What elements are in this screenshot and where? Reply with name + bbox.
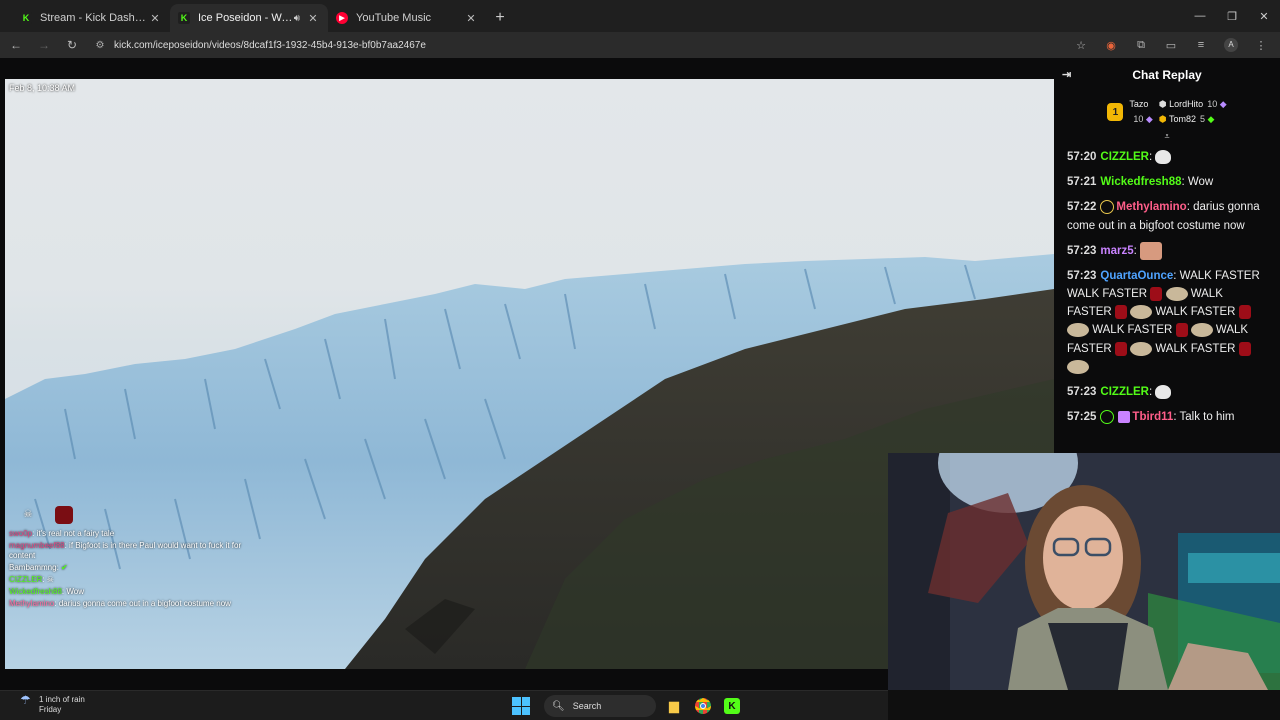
vod-timestamp: Feb 8, 10:38 AM bbox=[9, 83, 76, 93]
gift-leaderboard: 1 Tazo 10 ◆ ⬢ LordHito 10 ◆ ⬢ Tom82 5 ◆ bbox=[1054, 92, 1280, 132]
webcam-scene bbox=[888, 453, 1280, 690]
minimize-icon[interactable]: — bbox=[1184, 0, 1216, 32]
chat-title: Chat Replay bbox=[1132, 68, 1202, 82]
url-text: kick.com/iceposeidon/videos/8dcaf1f3-193… bbox=[114, 39, 426, 51]
tab-title: Stream - Kick Dashboard bbox=[40, 12, 148, 24]
stream-overlay-chat: ☠ swo0p: it's real not a fairy tale magn… bbox=[9, 503, 259, 609]
chat-message: 57:20 CIZZLER: bbox=[1067, 148, 1268, 167]
browser-toolbar: ← → ↻ ⚙ kick.com/iceposeidon/videos/8dca… bbox=[0, 32, 1280, 58]
back-icon[interactable]: ← bbox=[4, 33, 28, 57]
window-controls: — ❐ ✕ bbox=[1184, 0, 1280, 32]
skull-emote-icon: ☠ bbox=[46, 575, 54, 584]
webcam-overlay bbox=[888, 453, 1280, 690]
kick-icon: K bbox=[178, 12, 190, 24]
weather-widget[interactable]: ☂ 1 inch of rain Friday bbox=[20, 693, 85, 715]
overlay-badges: ☠ bbox=[19, 503, 259, 527]
subscriber-icon bbox=[1118, 410, 1131, 423]
badge-icon: ⬢ bbox=[1158, 114, 1167, 124]
emote-icon: ✔ bbox=[61, 563, 68, 572]
extensions-puzzle-icon[interactable]: ⧉ bbox=[1126, 39, 1156, 52]
chat-message: 57:23 CIZZLER: bbox=[1067, 383, 1268, 402]
chat-message-list: 57:20 CIZZLER: 57:21 Wickedfresh88: Wow 57… bbox=[1054, 142, 1280, 426]
chat-message: 57:22 Methylamino: darius gonna come out … bbox=[1067, 199, 1260, 232]
reload-icon[interactable]: ↻ bbox=[60, 33, 84, 57]
tab-title: Ice Poseidon - Watch the V bbox=[198, 12, 294, 24]
close-icon[interactable]: ✕ bbox=[464, 12, 478, 25]
face-emote-icon bbox=[1140, 241, 1163, 260]
chat-header: ⇥ Chat Replay bbox=[1054, 58, 1280, 92]
restore-icon[interactable]: ❐ bbox=[1216, 0, 1248, 32]
file-explorer-icon[interactable]: ▆ bbox=[663, 695, 685, 717]
overlay-chat-line: Wickedfresh88: Wow bbox=[9, 587, 85, 596]
chat-message: 57:23 QuartaOunce: WALK FASTER WALK FASTE… bbox=[1067, 267, 1268, 377]
skull-emote-icon: ☠ bbox=[23, 509, 33, 520]
overlay-chat-line: CIZZLER: ☠ bbox=[9, 575, 54, 584]
media-controls-icon[interactable]: ≡ bbox=[1186, 39, 1216, 51]
skull-emote-icon bbox=[1155, 149, 1172, 164]
taskbar-center: 🔍︎ Search ▆ K bbox=[512, 694, 743, 718]
kick-app-icon[interactable]: K bbox=[721, 695, 743, 717]
windows-taskbar: ☂ 1 inch of rain Friday 🔍︎ Search ▆ K bbox=[0, 690, 888, 720]
chrome-icon[interactable] bbox=[692, 695, 714, 717]
expand-pinned-icon[interactable]: ⩡ bbox=[1054, 132, 1280, 142]
search-icon: 🔍︎ bbox=[552, 700, 565, 712]
browser-tab-strip: K Stream - Kick Dashboard ✕ K Ice Poseid… bbox=[0, 0, 1280, 32]
speaker-icon[interactable]: 🔊︎ bbox=[294, 13, 300, 24]
tab-title: YouTube Music bbox=[356, 12, 432, 24]
site-info-icon[interactable]: ⚙ bbox=[92, 40, 108, 51]
extension-icon[interactable]: ◉ bbox=[1096, 39, 1126, 52]
address-bar[interactable]: ⚙ kick.com/iceposeidon/videos/8dcaf1f3-1… bbox=[92, 34, 1102, 56]
rank-badge: 1 bbox=[1107, 103, 1124, 121]
new-tab-button[interactable]: + bbox=[486, 4, 514, 32]
overlay-chat-line: magnumbeef88: if Bigfoot is in there Pau… bbox=[9, 541, 242, 560]
menu-icon[interactable]: ⋮ bbox=[1246, 39, 1276, 52]
tab-kick-dashboard[interactable]: K Stream - Kick Dashboard ✕ bbox=[12, 4, 170, 32]
badge-icon bbox=[1100, 199, 1115, 214]
cast-icon[interactable]: ▭ bbox=[1156, 39, 1186, 52]
chat-message: 57:25 Tbird11: Talk to him bbox=[1067, 409, 1235, 424]
bookmark-star-icon[interactable]: ☆ bbox=[1066, 39, 1096, 52]
skull-emote-icon bbox=[1155, 384, 1172, 399]
chat-message: 57:21 Wickedfresh88: Wow bbox=[1067, 176, 1214, 188]
overlay-chat-line: Bambammng: ✔ bbox=[9, 563, 68, 572]
badge-icon bbox=[1100, 409, 1115, 424]
toolbar-actions: ☆ ◉ ⧉ ▭ ≡ A ⋮ bbox=[1066, 32, 1276, 58]
tab-ice-poseidon[interactable]: K Ice Poseidon - Watch the V 🔊︎ ✕ bbox=[170, 4, 328, 32]
leaderboard-entry[interactable]: Tazo 10 ◆ bbox=[1129, 97, 1152, 127]
chat-replay-panel: ⇥ Chat Replay 1 Tazo 10 ◆ ⬢ LordHito 10 ◆… bbox=[1054, 58, 1280, 453]
chat-message: 57:23 marz5: bbox=[1067, 241, 1268, 261]
close-window-icon[interactable]: ✕ bbox=[1248, 0, 1280, 32]
forward-icon[interactable]: → bbox=[32, 33, 56, 57]
kick-page: Feb 8, 10:38 AM ☠ swo0p: it's real not a… bbox=[0, 58, 1280, 690]
leaderboard-entry[interactable]: ⬢ LordHito 10 ◆ ⬢ Tom82 5 ◆ bbox=[1159, 97, 1227, 127]
kick-icon: K bbox=[20, 12, 32, 24]
profile-avatar[interactable]: A bbox=[1224, 38, 1238, 52]
windows-start-icon[interactable] bbox=[512, 697, 530, 715]
tab-youtube-music[interactable]: ▶ YouTube Music ✕ bbox=[328, 4, 486, 32]
red-emote-icon bbox=[55, 506, 73, 524]
overlay-chat-line: swo0p: it's real not a fairy tale bbox=[9, 529, 115, 538]
overlay-chat-line: Methylamino: darius gonna come out in a … bbox=[9, 599, 231, 608]
rain-cloud-icon: ☂ bbox=[20, 693, 31, 707]
badge-icon: ⬢ bbox=[1158, 99, 1167, 109]
youtube-music-icon: ▶ bbox=[336, 12, 348, 24]
close-icon[interactable]: ✕ bbox=[148, 12, 162, 25]
taskbar-search[interactable]: 🔍︎ Search bbox=[544, 695, 656, 717]
collapse-chat-icon[interactable]: ⇥ bbox=[1062, 68, 1071, 81]
close-icon[interactable]: ✕ bbox=[306, 12, 320, 25]
